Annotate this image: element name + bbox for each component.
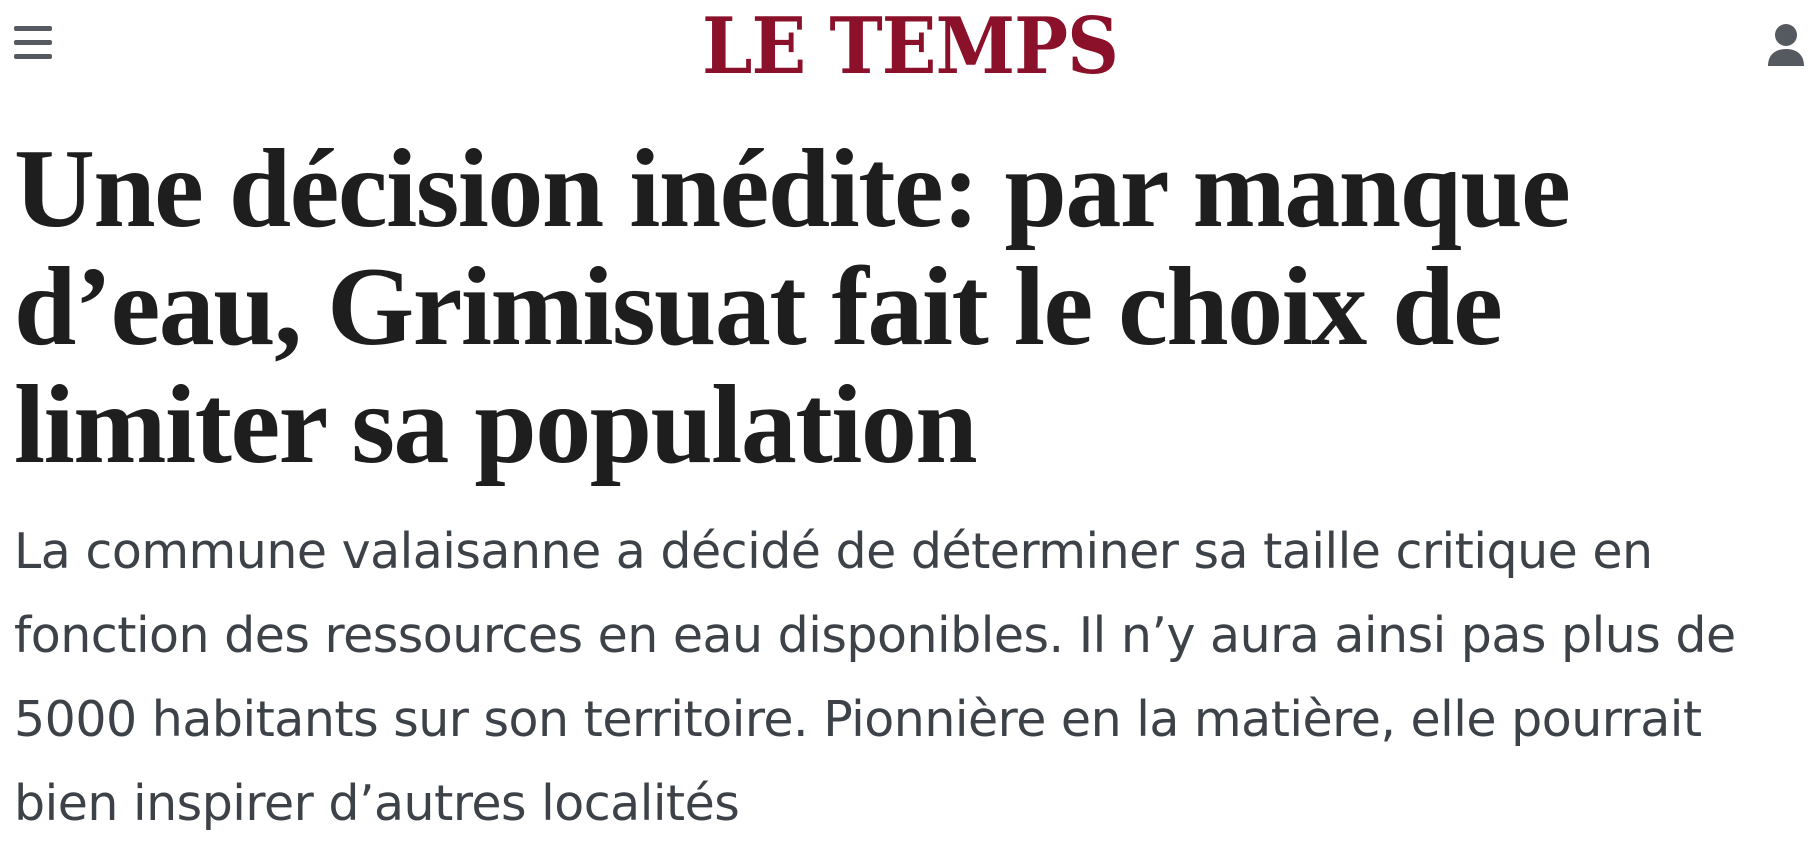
menu-bar <box>14 26 52 31</box>
menu-bar <box>14 54 52 59</box>
menu-bar <box>14 40 52 45</box>
site-logo[interactable]: LE TEMPS <box>73 0 1747 94</box>
user-icon[interactable] <box>1766 22 1806 68</box>
article-lede: La commune valaisanne a décidé de déterm… <box>14 523 1736 832</box>
site-header: LE TEMPS <box>0 0 1820 100</box>
article-headline: Une décision inédite: par manque d’eau, … <box>14 127 1571 487</box>
user-silhouette-icon <box>1768 24 1804 66</box>
hamburger-menu-icon[interactable] <box>14 26 52 60</box>
